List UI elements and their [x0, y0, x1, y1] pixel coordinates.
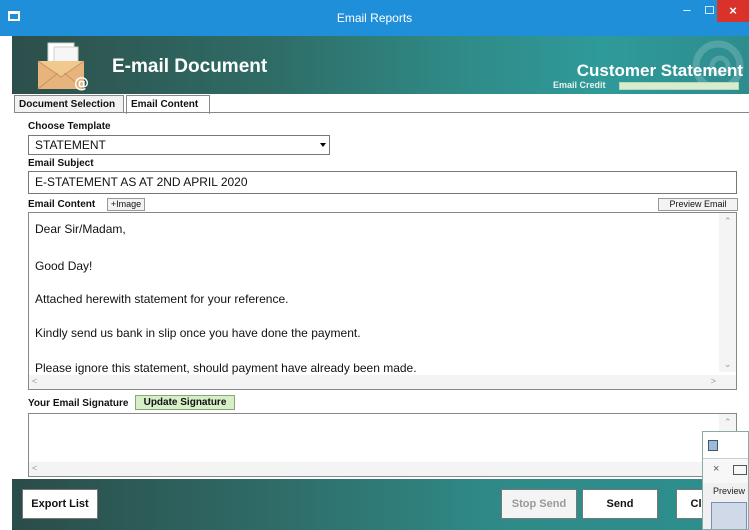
- content-vertical-scrollbar[interactable]: ⌃ ⌄: [719, 213, 736, 372]
- scroll-up-icon[interactable]: ⌃: [724, 216, 732, 227]
- export-list-button[interactable]: Export List: [22, 489, 98, 519]
- envelope-at-glyph: @: [74, 74, 89, 91]
- printer-icon[interactable]: [733, 465, 747, 475]
- email-subject-input[interactable]: E-STATEMENT AS AT 2ND APRIL 2020: [28, 171, 737, 194]
- tab-document-selection[interactable]: Document Selection: [14, 95, 124, 113]
- envelope-icon: @: [37, 42, 89, 91]
- content-line: Dear Sir/Madam,: [35, 222, 126, 236]
- signature-horizontal-scrollbar[interactable]: <: [29, 462, 736, 476]
- template-select[interactable]: STATEMENT: [28, 135, 330, 155]
- scroll-down-icon[interactable]: ⌄: [724, 359, 732, 370]
- close-window-button[interactable]: ×: [717, 0, 749, 22]
- tab-strip: Document Selection Email Content: [14, 95, 749, 114]
- email-content-label: Email Content: [28, 199, 96, 210]
- preview-window-titlebar: [703, 432, 748, 459]
- minimize-button[interactable]: –: [676, 0, 698, 22]
- preview-app-icon: [708, 440, 718, 451]
- title-bar: Email Reports – ×: [0, 0, 749, 36]
- tab-divider: [14, 112, 749, 113]
- dropdown-arrow-icon: [320, 143, 326, 147]
- window-title: Email Reports: [336, 11, 413, 25]
- update-signature-button[interactable]: Update Signature: [135, 395, 235, 410]
- preview-close-icon[interactable]: ×: [713, 463, 719, 475]
- email-content-editor[interactable]: Dear Sir/Madam, Good Day! Attached herew…: [28, 212, 737, 390]
- email-credit-label: Email Credit: [553, 80, 606, 90]
- header-title: E-mail Document: [112, 56, 268, 77]
- send-button[interactable]: Send: [582, 489, 658, 519]
- stop-send-button[interactable]: Stop Send: [501, 489, 577, 519]
- content-line: Please ignore this statement, should pay…: [35, 361, 417, 375]
- preview-label: Preview: [713, 486, 746, 496]
- email-signature-label: Your Email Signature: [28, 398, 129, 409]
- header-banner: @ E-mail Document Customer Statement Ema…: [12, 36, 749, 94]
- scroll-left-icon[interactable]: <: [32, 463, 37, 473]
- preview-toolbar: ×: [703, 459, 748, 483]
- preview-window: × Preview: [702, 431, 749, 530]
- scroll-up-icon[interactable]: ⌃: [724, 417, 732, 428]
- content-line: Attached herewith statement for your ref…: [35, 292, 289, 306]
- content-line: Kindly send us bank in slip once you hav…: [35, 326, 361, 340]
- scroll-left-icon[interactable]: <: [32, 376, 37, 386]
- email-subject-label: Email Subject: [28, 158, 94, 169]
- report-title: Customer Statement: [576, 61, 743, 80]
- template-select-value: STATEMENT: [35, 138, 106, 152]
- choose-template-label: Choose Template: [28, 121, 111, 132]
- add-image-button[interactable]: +Image: [107, 198, 145, 211]
- maximize-icon: [704, 6, 714, 14]
- preview-email-button[interactable]: Preview Email: [658, 198, 738, 211]
- email-credit-bar: [619, 82, 739, 90]
- preview-thumbnail[interactable]: [711, 502, 747, 529]
- content-horizontal-scrollbar[interactable]: < >: [29, 375, 736, 389]
- email-signature-editor[interactable]: ⌃ <: [28, 413, 737, 477]
- scroll-right-icon[interactable]: >: [711, 376, 716, 386]
- footer-bar: Export List Stop Send Send Cl: [12, 479, 749, 530]
- content-line: Good Day!: [35, 259, 93, 273]
